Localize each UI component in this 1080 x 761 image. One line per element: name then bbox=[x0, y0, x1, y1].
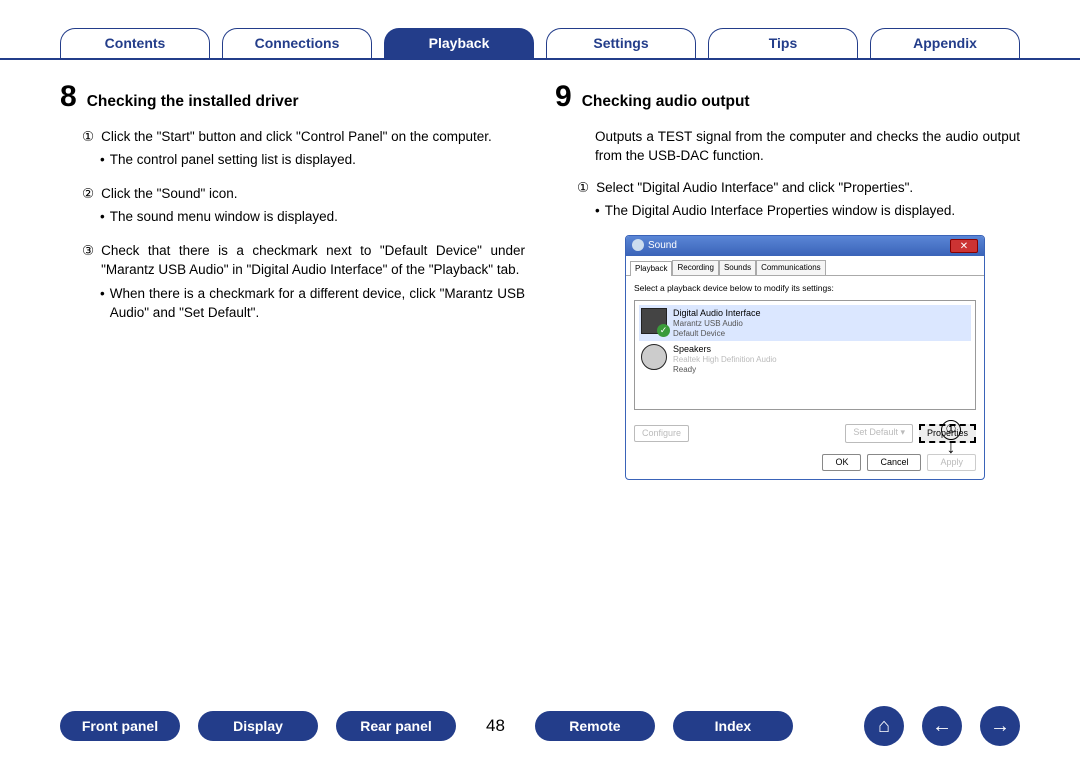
step-title-8: Checking the installed driver bbox=[87, 91, 299, 113]
prev-icon[interactable]: ← bbox=[922, 706, 962, 746]
step8-item2b: The sound menu window is displayed. bbox=[110, 207, 338, 227]
nav-rear-panel[interactable]: Rear panel bbox=[336, 711, 456, 741]
bullet: • bbox=[100, 150, 105, 170]
dialog-title: Sound bbox=[648, 240, 677, 251]
nav-front-panel[interactable]: Front panel bbox=[60, 711, 180, 741]
marker-1: ① bbox=[82, 127, 94, 147]
step-title-9: Checking audio output bbox=[582, 91, 750, 113]
step-number-9: 9 bbox=[555, 75, 572, 119]
next-icon[interactable]: → bbox=[980, 706, 1020, 746]
callout-1: ① ↓ bbox=[941, 420, 961, 453]
section-8: 8 Checking the installed driver ① Click t… bbox=[60, 75, 525, 480]
dialog-hint: Select a playback device below to modify… bbox=[634, 282, 976, 294]
step8-item2: Click the "Sound" icon. bbox=[101, 184, 237, 204]
configure-button[interactable]: Configure bbox=[634, 425, 689, 442]
section-9: 9 Checking audio output Outputs a TEST s… bbox=[555, 75, 1020, 480]
bullet: • bbox=[595, 201, 600, 221]
step9-item1: Select "Digital Audio Interface" and cli… bbox=[596, 178, 913, 198]
step8-item3: Check that there is a checkmark next to … bbox=[101, 241, 525, 280]
device-list: ✓ Digital Audio Interface Marantz USB Au… bbox=[634, 300, 976, 410]
apply-button[interactable]: Apply bbox=[927, 454, 976, 471]
nav-index[interactable]: Index bbox=[673, 711, 793, 741]
device-status: Default Device bbox=[673, 329, 761, 339]
device-name: Digital Audio Interface bbox=[673, 308, 761, 319]
sound-dialog: Sound ✕ Playback Recording Sounds Commun… bbox=[625, 235, 985, 481]
dialog-titlebar: Sound ✕ bbox=[626, 236, 984, 257]
tab-playback[interactable]: Playback bbox=[384, 28, 534, 58]
sound-icon bbox=[632, 239, 644, 251]
bullet: • bbox=[100, 284, 105, 323]
bottom-nav: Front panel Display Rear panel 48 Remote… bbox=[0, 706, 1080, 746]
device-icon: ✓ bbox=[641, 308, 667, 334]
marker-2: ② bbox=[82, 184, 94, 204]
sound-dialog-figure: Sound ✕ Playback Recording Sounds Commun… bbox=[625, 235, 985, 481]
home-icon[interactable]: ⌂ bbox=[864, 706, 904, 746]
device-speakers[interactable]: Speakers Realtek High Definition Audio R… bbox=[639, 341, 971, 377]
tab-tips[interactable]: Tips bbox=[708, 28, 858, 58]
main-content: 8 Checking the installed driver ① Click t… bbox=[0, 60, 1080, 480]
ok-button[interactable]: OK bbox=[822, 454, 861, 471]
dlg-tab-sounds[interactable]: Sounds bbox=[719, 260, 756, 275]
device-driver: Realtek High Definition Audio bbox=[673, 355, 777, 365]
bullet: • bbox=[100, 207, 105, 227]
close-button[interactable]: ✕ bbox=[950, 239, 978, 253]
step9-item1b: The Digital Audio Interface Properties w… bbox=[605, 201, 955, 221]
page-number: 48 bbox=[474, 716, 517, 736]
checkmark-icon: ✓ bbox=[657, 324, 670, 337]
top-tabs: Contents Connections Playback Settings T… bbox=[0, 0, 1080, 60]
step9-intro: Outputs a TEST signal from the computer … bbox=[595, 127, 1020, 166]
dialog-tabs: Playback Recording Sounds Communications bbox=[626, 256, 984, 276]
step8-item1b: The control panel setting list is displa… bbox=[110, 150, 356, 170]
tab-connections[interactable]: Connections bbox=[222, 28, 372, 58]
marker-3: ③ bbox=[82, 241, 94, 280]
tab-contents[interactable]: Contents bbox=[60, 28, 210, 58]
nav-remote[interactable]: Remote bbox=[535, 711, 655, 741]
dlg-tab-playback[interactable]: Playback bbox=[630, 261, 672, 276]
marker-1r: ① bbox=[577, 178, 589, 198]
step8-item3b: When there is a checkmark for a differen… bbox=[110, 284, 525, 323]
step8-item1: Click the "Start" button and click "Cont… bbox=[101, 127, 492, 147]
device-name: Speakers bbox=[673, 344, 777, 355]
device-driver: Marantz USB Audio bbox=[673, 319, 761, 329]
tab-settings[interactable]: Settings bbox=[546, 28, 696, 58]
set-default-button[interactable]: Set Default ▾ bbox=[845, 424, 913, 443]
tab-appendix[interactable]: Appendix bbox=[870, 28, 1020, 58]
step-number-8: 8 bbox=[60, 75, 77, 119]
dlg-tab-communications[interactable]: Communications bbox=[756, 260, 826, 275]
device-status: Ready bbox=[673, 365, 777, 375]
dlg-tab-recording[interactable]: Recording bbox=[672, 260, 718, 275]
cancel-button[interactable]: Cancel bbox=[867, 454, 921, 471]
arrow-down-icon: ↓ bbox=[941, 442, 961, 453]
nav-display[interactable]: Display bbox=[198, 711, 318, 741]
device-digital-audio-interface[interactable]: ✓ Digital Audio Interface Marantz USB Au… bbox=[639, 305, 971, 341]
speaker-icon bbox=[641, 344, 667, 370]
